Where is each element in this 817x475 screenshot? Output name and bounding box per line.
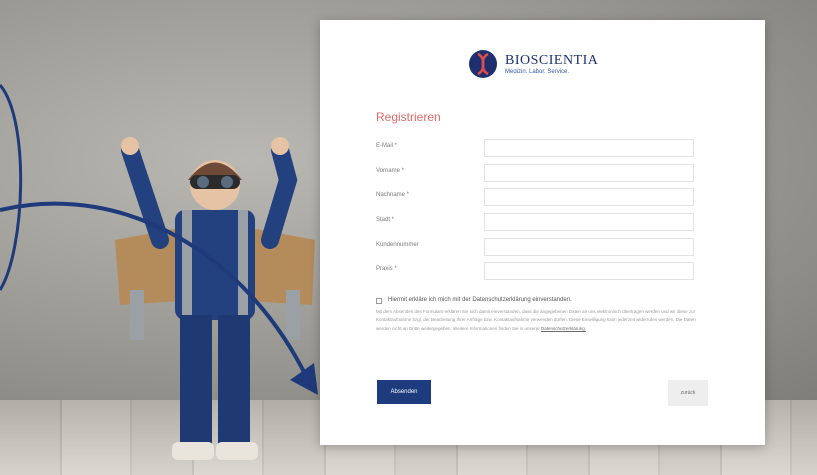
dna-logo-icon <box>469 50 497 78</box>
consent-checkbox[interactable] <box>376 298 382 304</box>
field-label: Nachname * <box>376 192 410 198</box>
practice-input[interactable] <box>484 262 694 280</box>
brand-logo-block: BIOSCIENTIA Medizin. Labor. Service. <box>469 50 598 78</box>
customer-number-input[interactable] <box>484 238 694 256</box>
firstname-input[interactable] <box>484 164 694 182</box>
field-label: Praxis * <box>376 266 397 272</box>
consent-title: Hiermit erkläre ich mich mit der Datensc… <box>388 297 572 303</box>
brand-text: BIOSCIENTIA Medizin. Labor. Service. <box>505 53 598 76</box>
field-label: Vorname * <box>376 168 405 174</box>
brand-name: BIOSCIENTIA <box>505 52 599 68</box>
field-row-lastname: Nachname * <box>376 188 716 208</box>
field-row-practice: Praxis * <box>376 262 716 282</box>
field-row-city: Stadt * <box>376 213 716 233</box>
field-row-customer-number: Kundennummer <box>376 238 716 258</box>
consent-text: Mit dem Absenden des Formulars erklären … <box>376 308 706 333</box>
back-button[interactable]: zurück <box>668 380 708 406</box>
email-input[interactable] <box>484 139 694 157</box>
form-title: Registrieren <box>376 110 441 124</box>
privacy-policy-link[interactable]: Datenschutzerklärung. <box>541 326 586 331</box>
brand-tagline: Medizin. Labor. Service. <box>505 68 570 75</box>
child-with-jetpack-illustration <box>115 137 315 460</box>
field-label: Stadt * <box>376 217 395 223</box>
consent-body: Mit dem Absenden des Formulars erklären … <box>376 309 696 331</box>
submit-button[interactable]: Absenden <box>377 380 431 404</box>
registration-card: BIOSCIENTIA Medizin. Labor. Service. Reg… <box>320 20 765 445</box>
city-input[interactable] <box>484 213 694 231</box>
field-label: E-Mail * <box>376 143 398 149</box>
field-label: Kundennummer <box>376 242 419 248</box>
field-row-email: E-Mail * <box>376 139 716 159</box>
lastname-input[interactable] <box>484 188 694 206</box>
field-row-firstname: Vorname * <box>376 164 716 184</box>
